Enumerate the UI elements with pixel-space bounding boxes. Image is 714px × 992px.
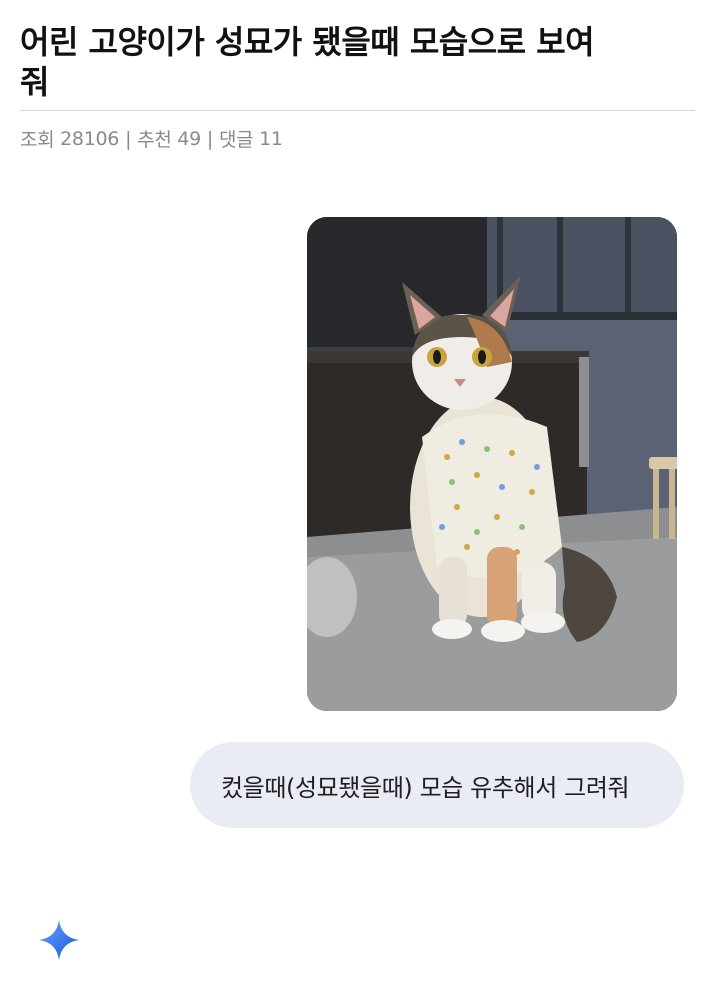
meta-separator: | [206, 127, 213, 150]
comments-label: 댓글 [219, 129, 254, 151]
recommend-count: 49 [177, 127, 201, 150]
user-message-bubble: 컸을때(성묘됐을때) 모습 유추해서 그려줘 [190, 742, 684, 828]
post-title: 어린 고양이가 성묘가 됐을때 모습으로 보여줘 [20, 23, 595, 101]
attached-cat-photo[interactable] [307, 217, 677, 711]
meta-separator: | [125, 127, 132, 150]
recommend-label: 추천 [137, 129, 172, 151]
sparkle-icon [37, 918, 81, 962]
comments-count: 11 [259, 127, 283, 150]
user-message-text: 컸을때(성묘됐을때) 모습 유추해서 그려줘 [221, 773, 630, 802]
cat-photo-image [307, 217, 677, 711]
title-divider [20, 110, 695, 111]
post-header: 어린 고양이가 성묘가 됐을때 모습으로 보여줘 조회 28106 | 추천 4… [20, 22, 695, 152]
post-meta: 조회 28106 | 추천 49 | 댓글 11 [20, 125, 695, 152]
views-count: 28106 [60, 127, 120, 150]
views-label: 조회 [20, 129, 55, 151]
